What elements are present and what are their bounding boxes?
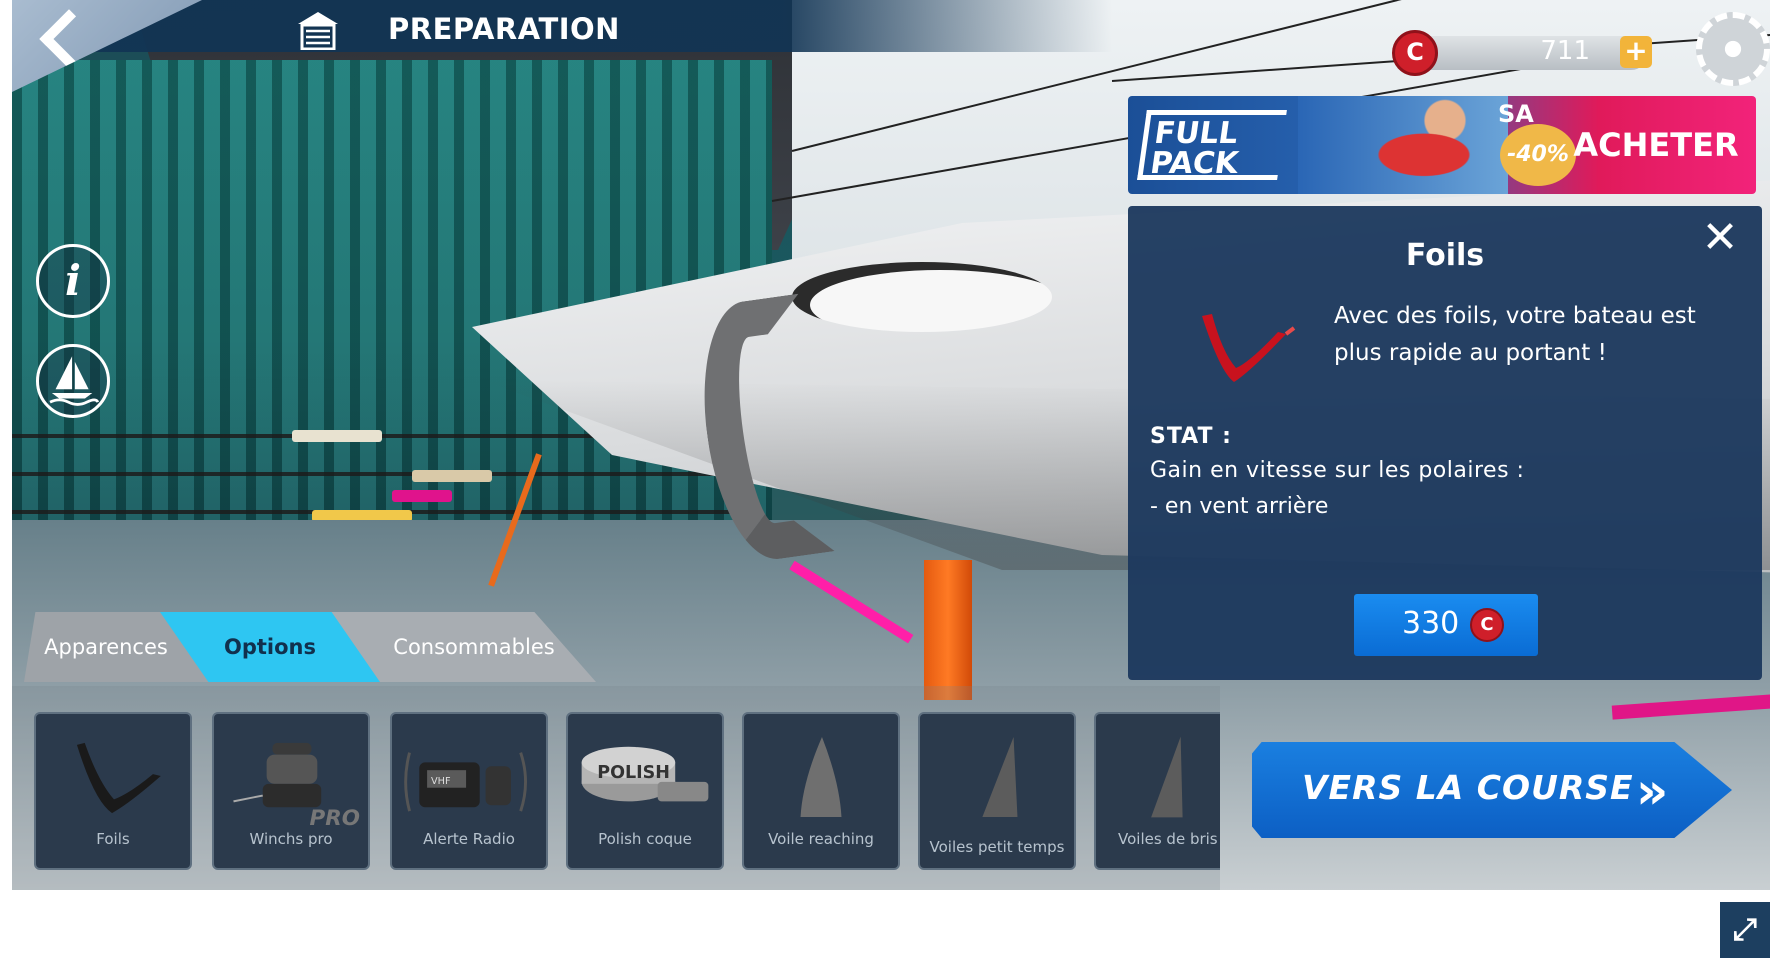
double-chevron-right-icon: » bbox=[1636, 762, 1669, 820]
panel-title: Foils bbox=[1405, 238, 1485, 273]
panel-description: Avec des foils, votre bateau est plus ra… bbox=[1334, 303, 1696, 366]
stat-line: Gain en vitesse sur les polaires : bbox=[1150, 458, 1525, 483]
promo-logo-line1: FULL bbox=[1152, 116, 1241, 151]
fullscreen-icon[interactable]: ⤢ bbox=[1720, 902, 1770, 958]
buy-button[interactable]: ACHETER bbox=[1568, 126, 1744, 166]
hull-intake bbox=[792, 262, 1052, 332]
shelf-item bbox=[292, 430, 382, 442]
item-label: Polish coque bbox=[598, 830, 692, 848]
coin-icon: C bbox=[1392, 30, 1438, 76]
item-polish-coque[interactable]: POLISH Polish coque bbox=[566, 712, 724, 870]
hangar-icon bbox=[298, 12, 338, 50]
sailboat-glyph bbox=[49, 356, 100, 406]
race-button-label: VERS LA COURSE bbox=[1302, 768, 1634, 807]
shelf-item bbox=[392, 490, 452, 502]
coin-icon: C bbox=[1470, 608, 1504, 642]
price-value: 330 bbox=[1402, 606, 1460, 641]
item-label: Alerte Radio bbox=[423, 830, 515, 848]
add-currency-button[interactable]: + bbox=[1620, 36, 1652, 68]
gear-icon[interactable] bbox=[1696, 12, 1770, 86]
stat-label: STAT : bbox=[1150, 424, 1232, 449]
go-to-race-button[interactable]: VERS LA COURSE » bbox=[1252, 742, 1732, 838]
polish-icon: POLISH bbox=[581, 746, 709, 802]
foil-icon bbox=[1202, 314, 1296, 382]
item-info-panel: ✕ Foils Avec des foils, votre bateau est… bbox=[1128, 206, 1762, 680]
shelf-item bbox=[412, 470, 492, 482]
foil-icon bbox=[76, 742, 161, 814]
item-badge: VHF bbox=[431, 776, 451, 787]
item-winchs-pro[interactable]: PRO Winchs pro bbox=[212, 712, 370, 870]
promo-banner[interactable]: FULL PACK SA -40% ACHETER bbox=[1128, 96, 1756, 194]
reaching-sail-icon bbox=[800, 737, 842, 817]
stat-line: - en vent arrière bbox=[1150, 494, 1329, 519]
sailor-image bbox=[1298, 96, 1508, 194]
item-label: Voiles de bris bbox=[1118, 830, 1218, 848]
radio-icon: VHF bbox=[404, 752, 527, 812]
keel-strut bbox=[924, 560, 972, 700]
item-label: Voiles petit temps bbox=[929, 838, 1065, 856]
page-title: PREPARATION bbox=[388, 12, 620, 46]
full-pack-logo: FULL PACK bbox=[1137, 110, 1287, 181]
item-alerte-radio[interactable]: VHF Alerte Radio bbox=[390, 712, 548, 870]
discount-badge: -40% bbox=[1500, 124, 1576, 186]
item-label: Foils bbox=[96, 830, 130, 848]
buy-price-button[interactable]: 330 C bbox=[1354, 594, 1538, 656]
currency-amount: 711 bbox=[1540, 36, 1590, 66]
item-label: Winchs pro bbox=[249, 830, 333, 848]
winch-icon: PRO bbox=[233, 742, 360, 831]
item-label: Voile reaching bbox=[768, 830, 874, 848]
item-voiles-petit-temps[interactable]: Voiles petit temps bbox=[918, 712, 1076, 870]
storm-sail-icon bbox=[1151, 736, 1183, 818]
item-badge: POLISH bbox=[597, 763, 670, 783]
item-voiles-de-bris[interactable]: Voiles de bris bbox=[1094, 712, 1220, 870]
item-foils[interactable]: Foils bbox=[34, 712, 192, 870]
sailboat-icon[interactable] bbox=[36, 344, 110, 418]
info-icon[interactable]: i bbox=[36, 244, 110, 318]
item-badge: PRO bbox=[310, 806, 360, 831]
promo-logo-line2: PACK bbox=[1147, 146, 1241, 181]
light-sail-icon bbox=[982, 737, 1018, 817]
item-voile-reaching[interactable]: Voile reaching bbox=[742, 712, 900, 870]
